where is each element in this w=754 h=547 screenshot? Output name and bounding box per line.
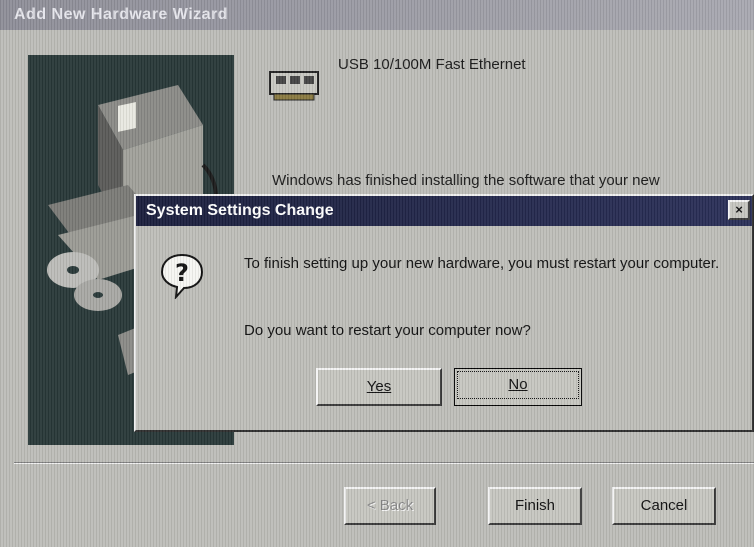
- svg-text:?: ?: [175, 259, 189, 287]
- device-name: USB 10/100M Fast Ethernet: [338, 56, 526, 73]
- cancel-button[interactable]: Cancel: [612, 487, 716, 525]
- yes-button-label: Yes: [366, 378, 392, 395]
- back-button[interactable]: < Back: [344, 487, 436, 525]
- yes-button[interactable]: Yes: [316, 368, 442, 406]
- network-card-icon: [268, 66, 322, 107]
- restart-message: To finish setting up your new hardware, …: [244, 255, 720, 272]
- wizard-title-bar[interactable]: Add New Hardware Wizard: [0, 0, 754, 30]
- no-button-focus: No: [457, 371, 579, 399]
- restart-question: Do you want to restart your computer now…: [244, 322, 531, 339]
- no-button-label: No: [508, 376, 528, 393]
- close-icon[interactable]: ×: [728, 200, 750, 220]
- system-settings-change-dialog: System Settings Change × ? To finish set…: [134, 194, 754, 432]
- wizard-separator: [14, 462, 754, 464]
- dialog-title-bar[interactable]: System Settings Change: [136, 196, 752, 226]
- no-button[interactable]: No: [454, 368, 582, 406]
- finish-button[interactable]: Finish: [488, 487, 582, 525]
- finished-installing-text: Windows has finished installing the soft…: [272, 172, 660, 189]
- question-icon: ?: [158, 251, 206, 304]
